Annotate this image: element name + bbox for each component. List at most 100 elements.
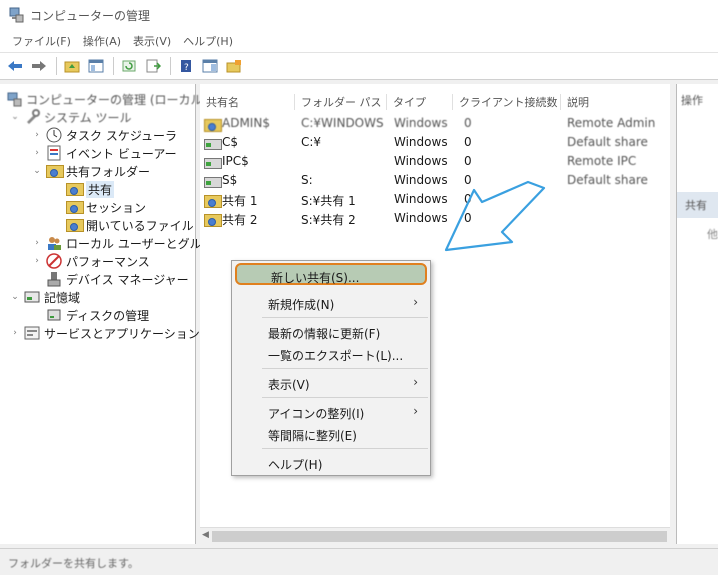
tree-label: システム ツール bbox=[44, 110, 132, 125]
menu-file[interactable]: ファイル(F) bbox=[6, 33, 77, 49]
table-row[interactable]: ADMIN$ C:¥WINDOWS Windows 0 Remote Admin bbox=[200, 114, 670, 133]
tree-item-shared-folders[interactable]: ⌄ 共有フォルダー bbox=[32, 162, 150, 180]
users-icon bbox=[46, 235, 62, 251]
drive-share-icon bbox=[204, 175, 222, 190]
table-row[interactable]: C$ C:¥ Windows 0 Default share bbox=[200, 133, 670, 152]
tree-label: ディスクの管理 bbox=[66, 308, 150, 323]
shared-folder-icon bbox=[46, 163, 64, 179]
scroll-left-arrow-icon[interactable]: ◀ bbox=[202, 530, 209, 540]
collapsed-chevron-icon[interactable]: › bbox=[10, 328, 20, 338]
menu-item-label: 一覧のエクスポート(L)... bbox=[268, 349, 404, 363]
collapsed-chevron-icon[interactable]: › bbox=[32, 148, 42, 158]
table-row[interactable]: 共有 2 S:¥共有 2 Windows 0 bbox=[200, 209, 670, 228]
shared-folder-icon bbox=[204, 193, 222, 210]
tree-item-performance[interactable]: › パフォーマンス bbox=[32, 252, 150, 270]
menu-item-label: 新しい共有(S)... bbox=[271, 271, 360, 285]
forward-arrow-icon bbox=[32, 61, 46, 71]
tree-item-event-viewer[interactable]: › イベント ビューアー bbox=[32, 144, 177, 162]
tree-item-local-users[interactable]: › ローカル ユーザーとグループ bbox=[32, 234, 225, 252]
status-text: フォルダーを共有します。 bbox=[8, 557, 139, 570]
export-list-button[interactable] bbox=[142, 55, 164, 77]
client-count: 0 bbox=[464, 135, 472, 149]
menu-item-export-list[interactable]: 一覧のエクスポート(L)... bbox=[234, 343, 428, 365]
expand-chevron-icon[interactable]: ⌄ bbox=[10, 292, 20, 302]
show-hide-action-pane-button[interactable] bbox=[199, 55, 221, 77]
menu-item-arrange-icons[interactable]: アイコンの整列(I) › bbox=[234, 401, 428, 423]
share-name: S$ bbox=[222, 173, 238, 187]
up-folder-button[interactable] bbox=[61, 55, 83, 77]
tree-item-task-scheduler[interactable]: › タスク スケジューラ bbox=[32, 126, 177, 144]
table-row[interactable]: S$ S: Windows 0 Default share bbox=[200, 171, 670, 190]
menu-item-line-up-icons[interactable]: 等間隔に整列(E) bbox=[234, 423, 428, 445]
expand-chevron-icon[interactable]: ⌄ bbox=[10, 112, 20, 122]
status-bar: フォルダーを共有します。 bbox=[0, 548, 718, 575]
column-header-clients[interactable]: クライアント接続数 bbox=[453, 94, 561, 110]
scrollbar-thumb[interactable] bbox=[212, 531, 667, 542]
menu-item-refresh[interactable]: 最新の情報に更新(F) bbox=[234, 321, 428, 343]
title-bar: コンピューターの管理 bbox=[0, 0, 718, 30]
refresh-button[interactable] bbox=[118, 55, 140, 77]
device-manager-icon bbox=[46, 271, 62, 287]
help-button[interactable]: ? bbox=[175, 55, 197, 77]
collapsed-chevron-icon[interactable]: › bbox=[32, 238, 42, 248]
collapsed-chevron-icon[interactable]: › bbox=[32, 130, 42, 140]
show-hide-tree-button[interactable] bbox=[85, 55, 107, 77]
folder-path: C:¥ bbox=[301, 135, 322, 149]
console-tree-icon bbox=[88, 59, 104, 73]
tree-label: セッション bbox=[86, 200, 147, 215]
event-viewer-icon bbox=[46, 145, 62, 161]
tree-label: イベント ビューアー bbox=[66, 146, 177, 161]
menu-item-new[interactable]: 新規作成(N) › bbox=[234, 292, 428, 314]
tree-item-storage[interactable]: ⌄ 記憶域 bbox=[10, 288, 80, 306]
tree-item-services-apps[interactable]: › サービスとアプリケーション bbox=[10, 324, 200, 342]
column-header-folder-path[interactable]: フォルダー パス bbox=[295, 94, 387, 110]
menu-item-label: アイコンの整列(I) bbox=[268, 407, 365, 421]
tree-item-root[interactable]: コンピューターの管理 (ローカル) bbox=[6, 90, 207, 108]
menu-action[interactable]: 操作(A) bbox=[77, 33, 127, 49]
tree-label: 開いているファイル bbox=[86, 218, 194, 233]
toolbar-separator bbox=[56, 57, 57, 75]
tree-item-system-tools[interactable]: ⌄ システム ツール bbox=[10, 108, 131, 126]
tree-item-disk-management[interactable]: ディスクの管理 bbox=[46, 306, 149, 324]
table-row[interactable]: 共有 1 S:¥共有 1 Windows 0 bbox=[200, 190, 670, 209]
tree-label: デバイス マネージャー bbox=[66, 272, 189, 287]
back-arrow-icon bbox=[8, 61, 22, 71]
shared-folder-icon bbox=[66, 217, 84, 233]
tree-label: 共有フォルダー bbox=[66, 164, 151, 179]
tree-label: 共有 bbox=[86, 180, 115, 198]
share-type: Windows bbox=[394, 116, 448, 130]
tree-item-sessions[interactable]: セッション bbox=[66, 198, 146, 216]
table-row[interactable]: IPC$ Windows 0 Remote IPC bbox=[200, 152, 670, 171]
menu-item-help[interactable]: ヘルプ(H) bbox=[234, 452, 428, 474]
menu-item-new-share[interactable]: 新しい共有(S)... bbox=[235, 263, 427, 285]
new-share-toolbar-button[interactable] bbox=[223, 55, 245, 77]
action-pane-section[interactable]: 共有 bbox=[677, 192, 718, 218]
column-header-share-name[interactable]: 共有名 bbox=[200, 94, 295, 110]
menu-bar: ファイル(F) 操作(A) 表示(V) ヘルプ(H) bbox=[0, 30, 718, 52]
performance-icon bbox=[46, 253, 62, 269]
services-icon bbox=[24, 325, 40, 341]
menu-item-view[interactable]: 表示(V) › bbox=[234, 372, 428, 394]
share-name: C$ bbox=[222, 135, 239, 149]
menu-separator bbox=[262, 317, 428, 318]
share-description: Remote Admin bbox=[567, 116, 656, 130]
column-header-description[interactable]: 説明 bbox=[561, 94, 670, 110]
tree-item-shares[interactable]: 共有 bbox=[66, 180, 115, 198]
list-header: 共有名 フォルダー パス タイプ クライアント接続数 説明 bbox=[200, 90, 670, 112]
client-count: 0 bbox=[464, 154, 472, 168]
action-pane-more[interactable]: 他 bbox=[707, 226, 718, 242]
tree-item-open-files[interactable]: 開いているファイル bbox=[66, 216, 194, 234]
back-button[interactable] bbox=[4, 55, 26, 77]
menu-separator bbox=[262, 448, 428, 449]
toolbar-separator bbox=[170, 57, 171, 75]
column-header-type[interactable]: タイプ bbox=[387, 94, 453, 110]
collapsed-chevron-icon[interactable]: › bbox=[32, 256, 42, 266]
forward-button[interactable] bbox=[28, 55, 50, 77]
share-description: Default share bbox=[567, 173, 648, 187]
menu-help[interactable]: ヘルプ(H) bbox=[177, 33, 239, 49]
horizontal-scrollbar[interactable]: ◀ bbox=[200, 527, 670, 544]
menu-view[interactable]: 表示(V) bbox=[127, 33, 177, 49]
shared-folder-icon bbox=[204, 212, 222, 229]
expand-chevron-icon[interactable]: ⌄ bbox=[32, 166, 42, 176]
tree-item-device-manager[interactable]: デバイス マネージャー bbox=[46, 270, 189, 288]
